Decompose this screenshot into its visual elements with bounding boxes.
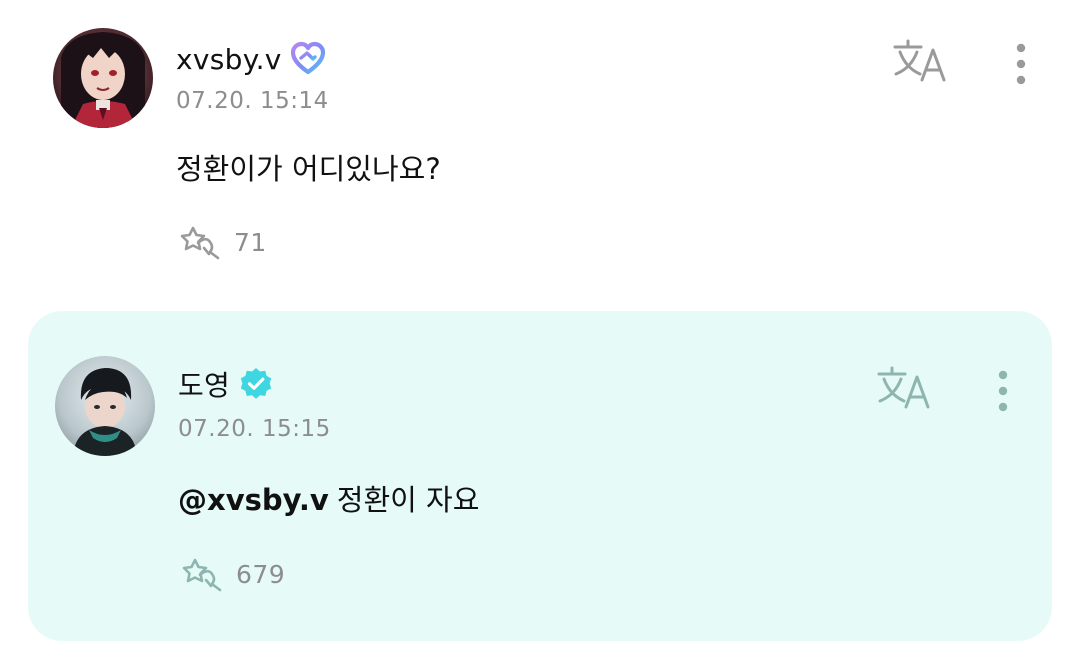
reaction-count: 71 bbox=[234, 227, 267, 257]
mention-link[interactable]: @xvsby.v bbox=[178, 483, 329, 517]
more-options-button[interactable] bbox=[993, 367, 1013, 415]
author-line: xvsby.v bbox=[176, 38, 326, 80]
timestamp: 07.20. 15:14 bbox=[176, 88, 329, 114]
avatar[interactable] bbox=[53, 28, 153, 128]
more-vertical-icon bbox=[998, 370, 1008, 412]
membership-heart-icon bbox=[290, 41, 326, 77]
comment-text: @xvsby.v 정환이 자요 bbox=[178, 477, 479, 519]
username[interactable]: xvsby.v bbox=[176, 43, 282, 76]
comment-text-content: 정환이가 어디있나요? bbox=[176, 152, 441, 186]
author-line: 도영 bbox=[178, 363, 274, 405]
avatar-image-icon bbox=[55, 356, 155, 456]
comment-card: xvsby.v 07.20. 15:14 정환이가 어디있나요? 71 bbox=[28, 0, 1052, 300]
comment-text: 정환이가 어디있나요? bbox=[176, 146, 441, 188]
avatar-image-icon bbox=[53, 28, 153, 128]
more-options-button[interactable] bbox=[1011, 40, 1031, 88]
translate-icon bbox=[877, 366, 930, 409]
translate-button[interactable] bbox=[892, 38, 950, 84]
comment-card-highlighted: 도영 07.20. 15:15 @xvsby.v 정환이 자요 679 bbox=[28, 311, 1052, 641]
translate-button[interactable] bbox=[876, 365, 934, 411]
verified-check-icon bbox=[238, 366, 274, 402]
reaction-star-hand-icon bbox=[182, 558, 222, 592]
reaction-button[interactable]: 679 bbox=[178, 554, 285, 594]
timestamp: 07.20. 15:15 bbox=[178, 416, 331, 442]
translate-icon bbox=[893, 39, 946, 82]
more-vertical-icon bbox=[1016, 43, 1026, 85]
reaction-star-hand-icon bbox=[180, 226, 220, 260]
comment-text-content: 정환이 자요 bbox=[336, 483, 480, 517]
username[interactable]: 도영 bbox=[178, 364, 230, 404]
reaction-button[interactable]: 71 bbox=[176, 222, 267, 262]
avatar[interactable] bbox=[55, 356, 155, 456]
reaction-count: 679 bbox=[236, 559, 286, 589]
